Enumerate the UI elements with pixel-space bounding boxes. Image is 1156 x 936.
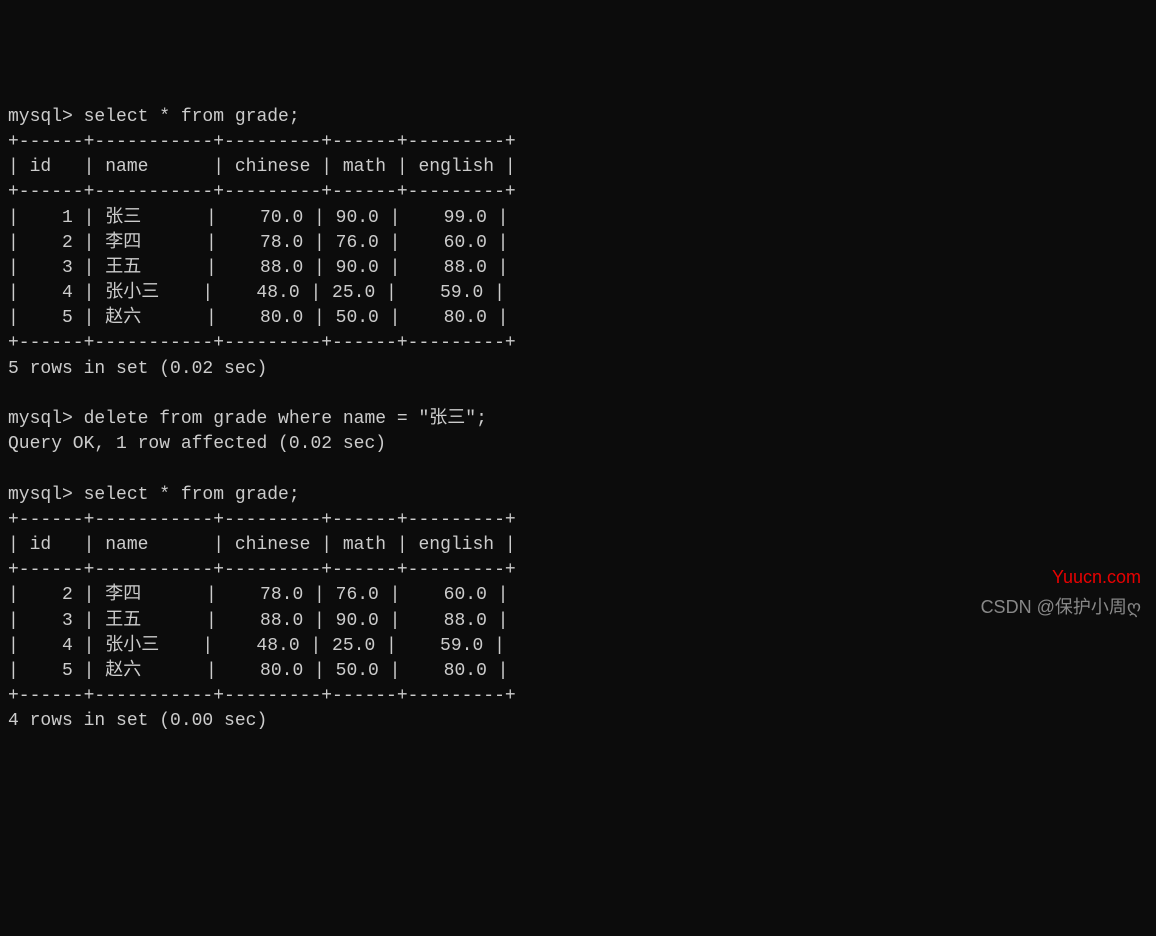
terminal-output: mysql> select * from grade; +------+----…	[8, 105, 1148, 735]
watermark-site: Yuucn.com	[1052, 565, 1141, 590]
watermark-author: CSDN @保护小周ღ	[981, 595, 1141, 620]
